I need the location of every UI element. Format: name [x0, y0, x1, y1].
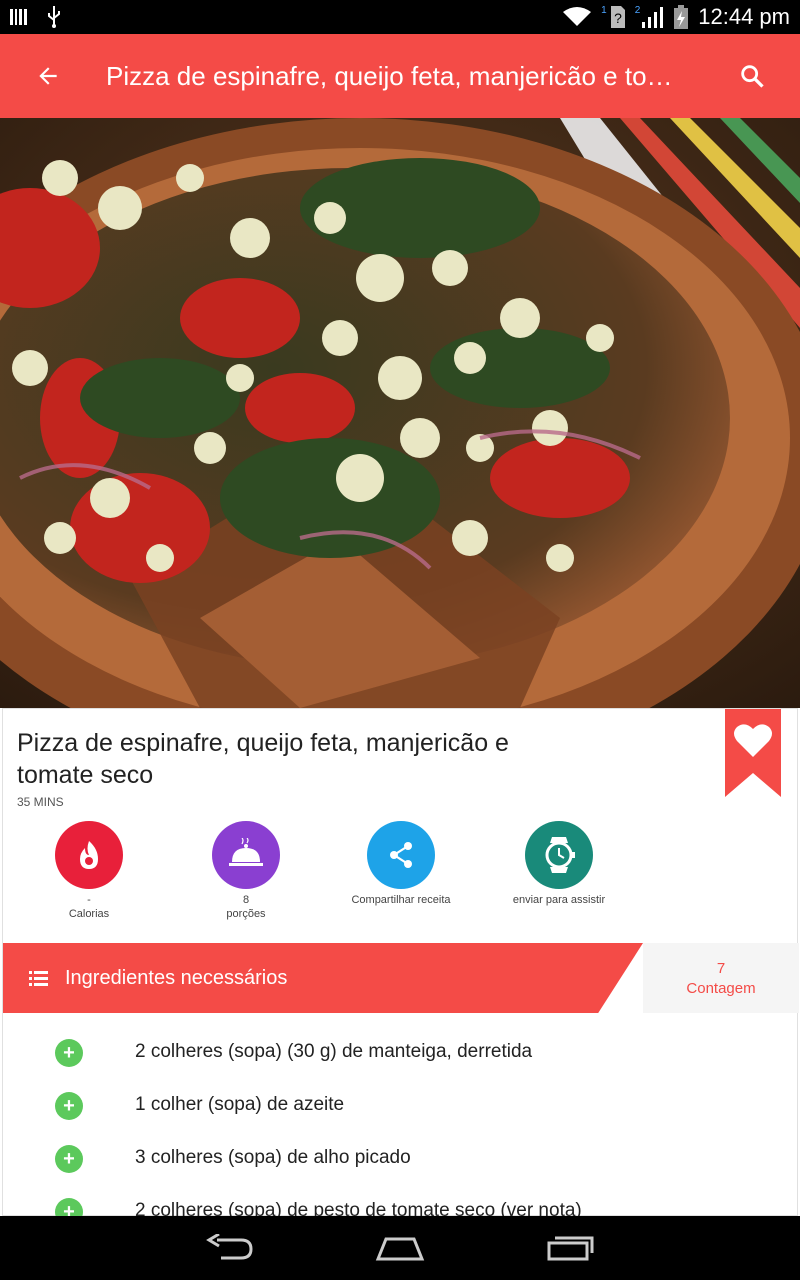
share-recipe-button[interactable]: Compartilhar receita	[341, 821, 461, 907]
servings-value: 8	[242, 894, 250, 906]
send-to-watch-button[interactable]: enviar para assistir	[499, 821, 619, 907]
navigation-bar	[0, 1216, 800, 1280]
recipe-hero-image	[0, 118, 800, 708]
status-time: 12:44 pm	[698, 4, 790, 29]
ingredient-text: 3 colheres (sopa) de alho picado	[135, 1147, 411, 1168]
add-ingredient-button[interactable]: +	[55, 1145, 83, 1173]
nav-back-button[interactable]	[200, 1228, 260, 1268]
ingredients-count-label: Contagem	[686, 980, 756, 997]
watch-circle	[525, 821, 593, 889]
list-icon	[29, 971, 48, 986]
add-ingredient-button[interactable]: +	[55, 1092, 83, 1120]
nav-recents-button[interactable]	[540, 1228, 600, 1268]
calories-value: -	[87, 894, 91, 906]
ingredients-tab[interactable]: Ingredientes necessários	[3, 943, 643, 1013]
ingredients-count: 7 Contagem	[643, 943, 799, 1013]
watch-label: enviar para assistir	[512, 894, 606, 906]
usb-icon	[48, 6, 60, 28]
recipe-stats: - Calorias 8 porções Compartilhar receit…	[3, 821, 799, 931]
recipe-title: Pizza de espinafre, queijo feta, manjeri…	[17, 729, 509, 789]
ingredient-list: + 2 colheres (sopa) (30 g) de manteiga, …	[3, 1027, 799, 1217]
barcode-icon	[10, 9, 27, 25]
stat-calories: - Calorias	[29, 821, 149, 921]
servings-label: porções	[226, 908, 266, 920]
no-sim-icon: ?	[610, 6, 625, 28]
add-ingredient-button[interactable]: +	[55, 1198, 83, 1217]
search-icon	[741, 65, 764, 88]
ingredients-count-value: 7	[716, 960, 726, 977]
signal-icon	[642, 7, 664, 28]
arrow-back-icon	[39, 67, 57, 85]
ingredient-item: + 2 colheres (sopa) de pesto de tomate s…	[3, 1186, 799, 1217]
home-icon	[375, 1237, 425, 1261]
calories-circle	[55, 821, 123, 889]
nav-back-icon	[206, 1234, 253, 1260]
share-label: Compartilhar receita	[351, 894, 451, 906]
add-ingredient-button[interactable]: +	[55, 1039, 83, 1067]
ingredient-item: + 3 colheres (sopa) de alho picado	[3, 1133, 799, 1186]
status-bar: 1 ? 2 12:44 pm	[0, 0, 800, 34]
ingredient-text: 2 colheres (sopa) (30 g) de manteiga, de…	[135, 1041, 533, 1062]
ingredient-text: 2 colheres (sopa) de pesto de tomate sec…	[135, 1200, 582, 1217]
back-button[interactable]	[0, 34, 96, 118]
watch-icon	[545, 837, 575, 873]
plus-icon: +	[63, 1042, 75, 1064]
wifi-icon	[563, 7, 592, 26]
recipe-card: Pizza de espinafre, queijo feta, manjeri…	[2, 708, 799, 1217]
plus-icon: +	[63, 1201, 75, 1217]
ingredient-item: + 1 colher (sopa) de azeite	[3, 1080, 799, 1133]
ingredients-header: Ingredientes necessários 7 Contagem	[3, 943, 799, 1013]
favorite-bookmark-button[interactable]	[725, 709, 781, 797]
ingredient-item: + 2 colheres (sopa) (30 g) de manteiga, …	[3, 1027, 799, 1080]
plus-icon: +	[63, 1095, 75, 1117]
nav-home-button[interactable]	[370, 1228, 430, 1268]
share-icon	[390, 842, 412, 868]
battery-charging-icon	[674, 5, 689, 29]
recents-icon	[547, 1236, 594, 1261]
share-circle	[367, 821, 435, 889]
search-button[interactable]	[724, 48, 780, 104]
app-bar-title: Pizza de espinafre, queijo feta, manjeri…	[106, 60, 673, 91]
serving-dish-icon	[229, 838, 263, 866]
recipe-app: { "status_bar": { "time": "12:44 pm", "s…	[0, 0, 800, 1280]
sim1-label: 1	[601, 4, 607, 16]
sim2-label: 2	[634, 4, 641, 16]
servings-circle	[212, 821, 280, 889]
recipe-time: 35 MINS	[17, 795, 64, 809]
ingredient-text: 1 colher (sopa) de azeite	[135, 1094, 345, 1115]
calories-label: Calorias	[68, 908, 110, 920]
svg-text:?: ?	[614, 10, 622, 26]
stat-servings: 8 porções	[186, 821, 306, 921]
app-bar: Pizza de espinafre, queijo feta, manjeri…	[0, 34, 800, 118]
fire-icon	[80, 841, 98, 869]
ingredients-header-label: Ingredientes necessários	[65, 966, 288, 989]
plus-icon: +	[63, 1148, 75, 1170]
